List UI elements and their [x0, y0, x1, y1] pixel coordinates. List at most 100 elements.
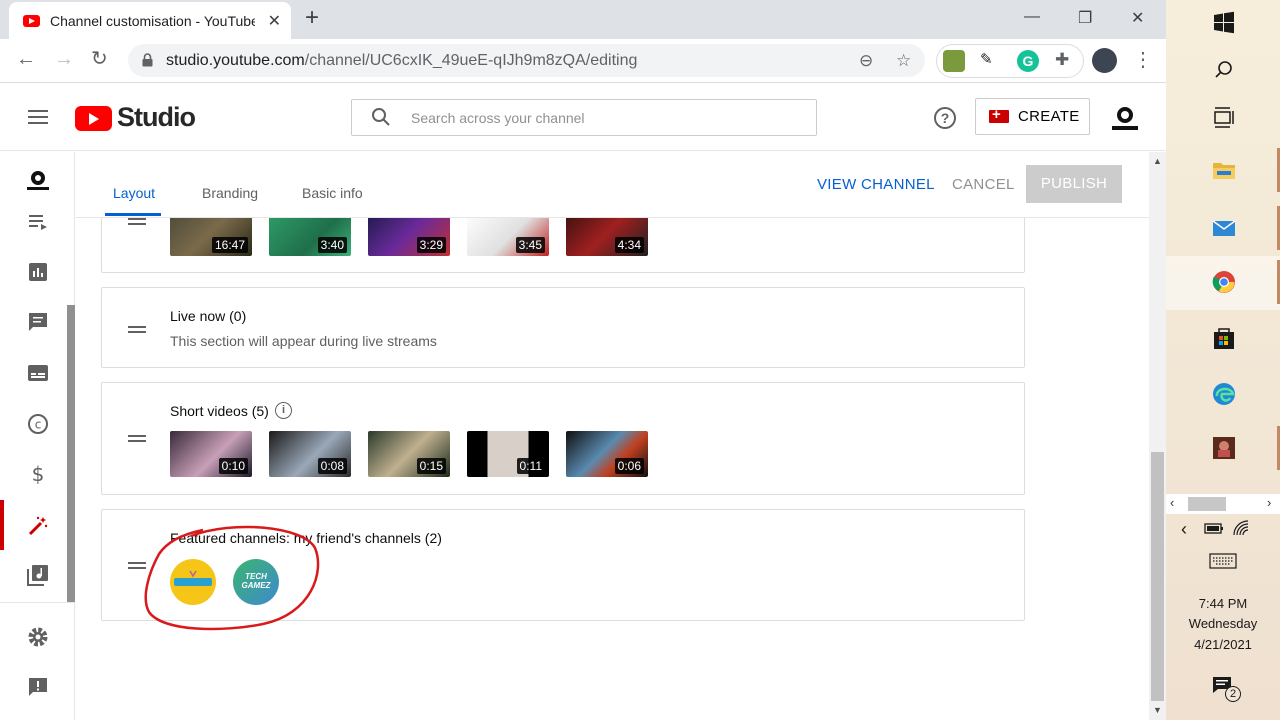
short-videos-section-card[interactable]: Short videos (5) i 0:10 0:08 0:15 0:11 0…	[101, 382, 1025, 495]
tray-expand-icon[interactable]: ‹	[1181, 519, 1187, 540]
scrollbar-thumb[interactable]	[1151, 452, 1164, 701]
copyright-icon[interactable]: c	[26, 412, 50, 436]
tab-layout[interactable]: Layout	[113, 185, 155, 201]
channel-search-box[interactable]: Search across your channel	[351, 99, 817, 136]
youtube-logo-icon[interactable]	[75, 106, 112, 131]
windows-start-icon[interactable]	[1211, 10, 1237, 36]
settings-gear-icon[interactable]	[26, 625, 50, 649]
drag-handle-icon[interactable]	[128, 326, 146, 336]
studio-logo-text[interactable]: Studio	[117, 102, 196, 133]
new-tab-button[interactable]: +	[305, 6, 319, 30]
pin-extension-icon[interactable]: ✎	[980, 50, 1002, 72]
task-view-icon[interactable]	[1211, 104, 1237, 130]
feedback-icon[interactable]	[26, 675, 50, 699]
browser-toolbar: ← → ↻ studio.youtube.com/channel/UC6cxIK…	[0, 39, 1166, 83]
edge-icon[interactable]	[1211, 381, 1237, 407]
featured-channels-section-card[interactable]: Featured channels: my friend's channels …	[101, 509, 1025, 621]
playlist-icon[interactable]	[26, 210, 50, 234]
channel-avatar-small[interactable]	[26, 169, 50, 193]
help-icon[interactable]: ?	[934, 107, 956, 129]
clock-date[interactable]: 4/21/2021	[1166, 637, 1280, 652]
short-thumbnail[interactable]: 0:10	[170, 431, 252, 477]
scroll-up-icon[interactable]: ▲	[1153, 156, 1162, 166]
taskbar-scroll-thumb[interactable]	[1188, 497, 1226, 511]
puzzle-extensions-icon[interactable]: ✚	[1055, 50, 1077, 72]
browser-tab[interactable]: Channel customisation - YouTube Studio ✕	[9, 2, 291, 39]
youtube-favicon-icon	[23, 14, 40, 27]
bookmark-star-icon[interactable]: ☆	[896, 51, 911, 71]
drag-handle-icon[interactable]	[128, 218, 146, 228]
minecraft-extension-icon[interactable]	[943, 50, 965, 72]
browser-window: Channel customisation - YouTube Studio ✕…	[0, 0, 1166, 720]
window-close-button[interactable]: ✕	[1131, 8, 1144, 28]
view-channel-button[interactable]: VIEW CHANNEL	[817, 176, 935, 193]
minimize-button[interactable]: —	[1024, 8, 1040, 26]
info-icon[interactable]: i	[275, 402, 292, 419]
back-arrow-icon[interactable]: ←	[16, 49, 36, 69]
audio-library-icon[interactable]	[26, 563, 50, 587]
battery-icon[interactable]	[1204, 521, 1224, 535]
short-thumbnail[interactable]: 0:08	[269, 431, 351, 477]
analytics-icon[interactable]	[26, 260, 50, 284]
cancel-button[interactable]: CANCEL	[952, 176, 1015, 193]
browser-menu-icon[interactable]: ⋮	[1133, 50, 1153, 70]
create-button[interactable]: CREATE	[975, 98, 1090, 135]
photos-app-icon[interactable]	[1211, 435, 1237, 461]
live-now-section-card[interactable]: Live now (0) This section will appear du…	[101, 287, 1025, 368]
section-title: Featured channels: my friend's channels …	[170, 530, 442, 546]
microsoft-store-icon[interactable]	[1211, 325, 1237, 351]
customisation-content: Layout Branding Basic info VIEW CHANNEL …	[76, 152, 1149, 720]
touch-keyboard-icon[interactable]	[1209, 553, 1237, 569]
tab-close-icon[interactable]: ✕	[268, 11, 281, 31]
featured-channel-avatar[interactable]: TECH GAMEZ	[233, 559, 279, 605]
address-bar[interactable]: studio.youtube.com/channel/UC6cxIK_49ueE…	[128, 44, 925, 77]
section-title: Short videos (5)	[170, 403, 269, 419]
scroll-left-icon[interactable]: ‹	[1170, 495, 1174, 510]
clock-time[interactable]: 7:44 PM	[1166, 596, 1280, 611]
short-thumbnail[interactable]: 0:11	[467, 431, 549, 477]
short-thumbnail[interactable]: 0:06	[566, 431, 648, 477]
tab-title: Channel customisation - YouTube Studio	[50, 12, 255, 29]
short-duration: 0:10	[218, 458, 248, 474]
drag-handle-icon[interactable]	[128, 562, 146, 572]
channel-logo-icon	[174, 570, 212, 586]
lock-icon[interactable]	[142, 53, 153, 67]
scroll-right-icon[interactable]: ›	[1267, 495, 1271, 510]
short-duration: 0:15	[416, 458, 446, 474]
scroll-down-icon[interactable]: ▼	[1153, 705, 1162, 715]
mail-icon[interactable]	[1211, 215, 1237, 241]
sidebar-scrollbar[interactable]	[67, 305, 75, 602]
video-duration: 3:40	[317, 237, 347, 253]
zoom-icon[interactable]: ⊖	[859, 51, 873, 71]
chrome-icon[interactable]	[1211, 269, 1237, 295]
featured-channel-avatar[interactable]	[170, 559, 216, 605]
reload-icon[interactable]: ↻	[91, 49, 108, 69]
drag-handle-icon[interactable]	[128, 435, 146, 445]
hamburger-menu-icon[interactable]	[28, 110, 48, 128]
left-sidebar: c $	[0, 152, 75, 720]
wifi-icon[interactable]	[1232, 519, 1252, 537]
forward-arrow-icon[interactable]: →	[54, 49, 74, 69]
search-icon[interactable]	[1211, 57, 1237, 83]
monetization-icon[interactable]: $	[26, 462, 50, 486]
publish-button[interactable]: PUBLISH	[1026, 165, 1122, 203]
comments-icon[interactable]	[26, 310, 50, 334]
tab-basic-info[interactable]: Basic info	[302, 185, 363, 201]
page-scrollbar[interactable]: ▲ ▼	[1149, 152, 1166, 720]
short-thumbnail[interactable]: 0:15	[368, 431, 450, 477]
short-duration: 0:08	[317, 458, 347, 474]
customisation-wand-icon[interactable]	[26, 514, 50, 538]
svg-text:c: c	[35, 418, 42, 432]
clock-day[interactable]: Wednesday	[1166, 616, 1280, 631]
file-explorer-icon[interactable]	[1211, 157, 1237, 183]
subtitles-icon[interactable]	[26, 361, 50, 385]
video-duration: 4:34	[614, 237, 644, 253]
channel-name-label: TECH GAMEZ	[241, 572, 271, 590]
channel-avatar[interactable]	[1108, 102, 1142, 136]
tab-branding[interactable]: Branding	[202, 185, 258, 201]
grammarly-extension-icon[interactable]: G	[1017, 50, 1039, 72]
search-input[interactable]: Search across your channel	[411, 110, 585, 126]
restore-button[interactable]: ❐	[1078, 8, 1092, 28]
taskbar-scrollbar[interactable]: ‹ ›	[1166, 494, 1280, 514]
profile-avatar[interactable]	[1092, 48, 1117, 73]
